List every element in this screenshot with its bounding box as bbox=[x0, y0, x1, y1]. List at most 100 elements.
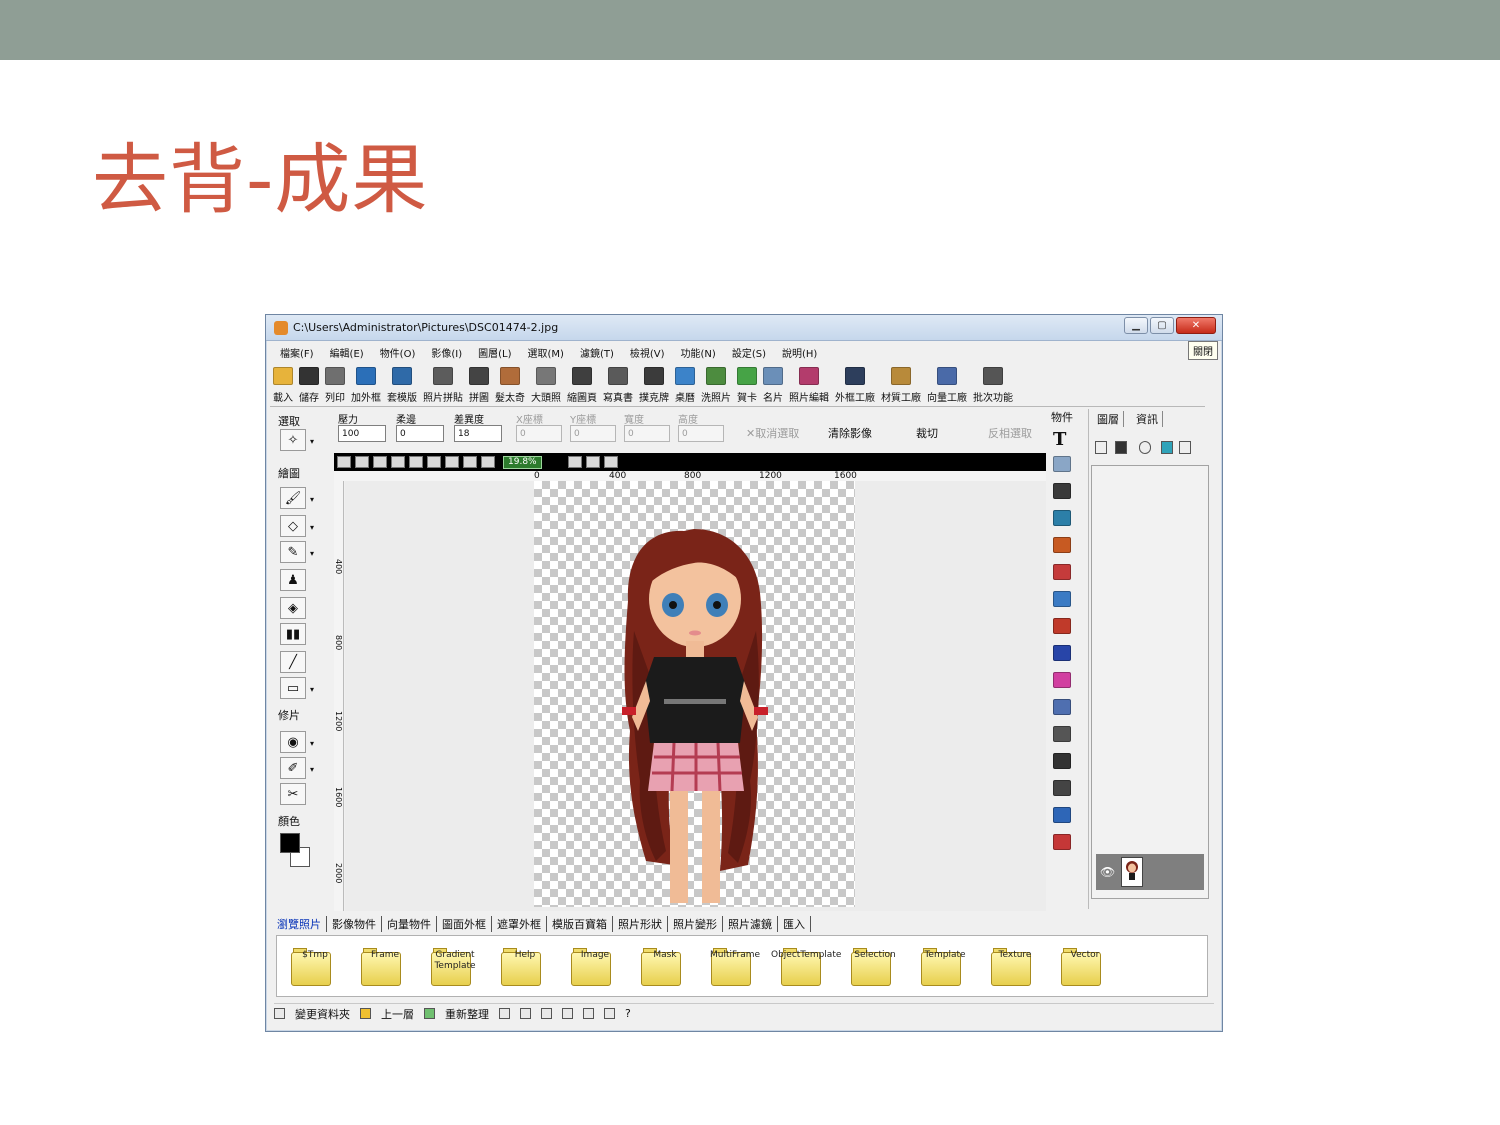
lines-icon[interactable] bbox=[1053, 753, 1071, 769]
pressure-spinner[interactable]: 100 bbox=[338, 425, 386, 442]
chevron-down-icon[interactable]: ▾ bbox=[310, 523, 314, 532]
eraser-icon[interactable]: ◇ bbox=[280, 515, 306, 537]
brush-icon[interactable]: 🖌 bbox=[280, 487, 306, 509]
up-level-icon[interactable] bbox=[360, 1008, 371, 1019]
toolbar-button[interactable]: 批次功能 bbox=[970, 365, 1016, 406]
text-icon[interactable]: T bbox=[1053, 429, 1071, 450]
menu-item[interactable]: 功能(N) bbox=[681, 345, 716, 360]
fit-icon[interactable] bbox=[463, 456, 477, 468]
grid-icon[interactable] bbox=[603, 456, 618, 468]
copy-icon[interactable] bbox=[373, 456, 387, 468]
foreground-color-swatch[interactable] bbox=[280, 833, 300, 853]
refresh-icon[interactable] bbox=[424, 1008, 435, 1019]
zoom-out-icon[interactable] bbox=[445, 456, 459, 468]
image-insert-icon[interactable] bbox=[1053, 510, 1071, 526]
paste-icon[interactable] bbox=[409, 456, 423, 468]
menu-item[interactable]: 檔案(F) bbox=[280, 345, 314, 360]
toolbar-button[interactable]: 照片拼貼 bbox=[420, 365, 466, 406]
sort-icon[interactable] bbox=[520, 1008, 531, 1019]
layer-color-icon[interactable] bbox=[1161, 441, 1173, 454]
menu-item[interactable]: 檢視(V) bbox=[630, 345, 665, 360]
lock-layer-icon[interactable] bbox=[1139, 441, 1151, 454]
folder-item[interactable]: Gradient Template bbox=[421, 938, 489, 994]
change-folder-icon[interactable] bbox=[274, 1008, 285, 1019]
change-folder-button[interactable]: 變更資料夾 bbox=[295, 1006, 350, 1022]
red-eye-icon[interactable]: ◉ bbox=[280, 731, 306, 753]
toolbar-button[interactable]: 加外框 bbox=[348, 365, 384, 406]
up-level-button[interactable]: 上一層 bbox=[381, 1006, 414, 1022]
redo-icon[interactable] bbox=[355, 456, 369, 468]
gradient-icon[interactable]: ▮▮ bbox=[280, 623, 306, 645]
toolbar-button[interactable]: 桌曆 bbox=[672, 365, 698, 406]
width-spinner[interactable]: 0 bbox=[624, 425, 670, 442]
view-large-icon[interactable] bbox=[604, 1008, 615, 1019]
chevron-down-icon[interactable]: ▾ bbox=[310, 765, 314, 774]
toolbar-button[interactable]: 套模版 bbox=[384, 365, 420, 406]
toolbar-button[interactable]: 拼圖 bbox=[466, 365, 492, 406]
new-layer-icon[interactable] bbox=[1095, 441, 1107, 454]
folder-item[interactable]: Vector bbox=[1051, 938, 1119, 994]
stamp-icon[interactable]: ♟ bbox=[280, 569, 306, 591]
invert-selection-button[interactable]: 反相選取 bbox=[988, 425, 1032, 441]
refresh-button[interactable]: 重新整理 bbox=[445, 1006, 489, 1022]
maximize-icon[interactable]: ▢ bbox=[1150, 317, 1174, 334]
abc-stamp-icon[interactable] bbox=[1053, 483, 1071, 499]
chevron-down-icon[interactable]: ▾ bbox=[310, 739, 314, 748]
help-button[interactable]: ? bbox=[625, 1007, 631, 1020]
menu-item[interactable]: 說明(H) bbox=[782, 345, 817, 360]
menu-item[interactable]: 影像(I) bbox=[431, 345, 462, 360]
folder-item[interactable]: Template bbox=[911, 938, 979, 994]
menu-item[interactable]: 濾鏡(T) bbox=[580, 345, 614, 360]
toolbar-button[interactable]: 外框工廠 bbox=[832, 365, 878, 406]
merge-layer-icon[interactable] bbox=[1179, 441, 1191, 454]
eyedropper-icon[interactable]: ╱ bbox=[280, 651, 306, 673]
photo-insert-icon[interactable] bbox=[1053, 537, 1071, 553]
chevron-down-icon[interactable]: ▾ bbox=[310, 495, 314, 504]
toolbar-button[interactable]: 撲克牌 bbox=[636, 365, 672, 406]
speech-bubble-icon[interactable] bbox=[1053, 726, 1071, 742]
menu-item[interactable]: 物件(O) bbox=[380, 345, 416, 360]
folder-item[interactable]: ObjectTemplate bbox=[771, 938, 841, 994]
tab-item[interactable]: 照片變形 bbox=[668, 916, 723, 932]
toolbar-button[interactable]: 列印 bbox=[322, 365, 348, 406]
folder-item[interactable]: $Tmp bbox=[281, 938, 349, 994]
layer-row[interactable]: 👁 bbox=[1096, 854, 1204, 890]
height-spinner[interactable]: 0 bbox=[678, 425, 724, 442]
actual-size-icon[interactable] bbox=[481, 456, 495, 468]
pen-icon[interactable]: ✎ bbox=[280, 541, 306, 563]
toolbar-button[interactable]: 照片編輯 bbox=[786, 365, 832, 406]
tab-item[interactable]: 圖面外框 bbox=[437, 916, 492, 932]
toolbar-button[interactable]: 名片 bbox=[760, 365, 786, 406]
clone-icon[interactable]: ✂ bbox=[280, 783, 306, 805]
tab-browse-photos[interactable]: 瀏覽照片 bbox=[272, 916, 327, 932]
tab-layers[interactable]: 圖層 bbox=[1093, 411, 1124, 427]
tab-item[interactable]: 照片形狀 bbox=[613, 916, 668, 932]
folder-item[interactable]: Image bbox=[561, 938, 629, 994]
chevron-down-icon[interactable]: ▾ bbox=[310, 685, 314, 694]
menu-item[interactable]: 選取(M) bbox=[528, 345, 564, 360]
layer-group-icon[interactable] bbox=[1053, 564, 1071, 580]
clear-image-button[interactable]: 清除影像 bbox=[828, 425, 872, 441]
x-spinner[interactable]: 0 bbox=[516, 425, 562, 442]
view-icon[interactable] bbox=[499, 1008, 510, 1019]
pointer-icon[interactable] bbox=[567, 456, 582, 468]
heal-brush-icon[interactable]: ✐ bbox=[280, 757, 306, 779]
crop-button[interactable]: 裁切 bbox=[916, 425, 938, 441]
toolbar-button[interactable]: 髮太奇 bbox=[492, 365, 528, 406]
tab-item[interactable]: 照片濾鏡 bbox=[723, 916, 778, 932]
menu-item[interactable]: 設定(S) bbox=[732, 345, 766, 360]
tab-item[interactable]: 模版百寶箱 bbox=[547, 916, 613, 932]
toolbar-button[interactable]: 縮圖頁 bbox=[564, 365, 600, 406]
toolbar-button[interactable]: 大頭照 bbox=[528, 365, 564, 406]
tab-info[interactable]: 資訊 bbox=[1132, 411, 1163, 427]
star-shape-icon[interactable] bbox=[1053, 807, 1071, 823]
toolbar-button[interactable]: 儲存 bbox=[296, 365, 322, 406]
tab-item[interactable]: 遮罩外框 bbox=[492, 916, 547, 932]
hand-icon[interactable] bbox=[585, 456, 600, 468]
folder-item[interactable]: Texture bbox=[981, 938, 1049, 994]
magic-wand-icon[interactable]: ✧ bbox=[280, 429, 306, 451]
folder-item[interactable]: Selection bbox=[841, 938, 909, 994]
exif-icon[interactable] bbox=[1053, 645, 1071, 661]
cancel-selection-button[interactable]: ✕取消選取 bbox=[746, 425, 799, 441]
title-bar[interactable]: C:\Users\Administrator\Pictures\DSC01474… bbox=[266, 315, 1222, 341]
